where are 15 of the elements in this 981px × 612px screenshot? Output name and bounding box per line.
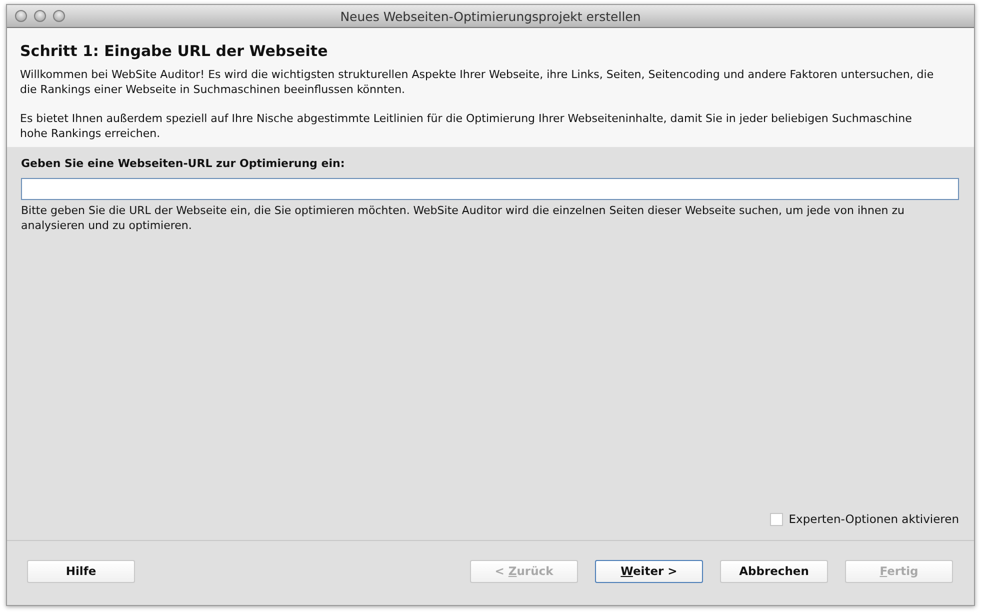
intro-paragraph: Willkommen bei WebSite Auditor! Es wird die wichtigsten strukturellen Aspekte Ihrer Webseite, ihre Links, Seiten, Seitencoding und andere Faktoren untersuchen, die die Rankings einer Webseite in Suchmaschinen beeinflussen könnten. (20, 67, 935, 97)
minimize-button[interactable] (34, 10, 46, 22)
field-hint: Bitte geben Sie die URL der Webseite ein, die Sie optimieren möchten. WebSite Auditor wird die einzelnen Seiten dieser Webseite suchen, um jede von ihnen zu analysieren und zu optimieren. (21, 203, 906, 233)
checkbox-label: Experten-Optionen aktivieren (788, 512, 959, 526)
close-button[interactable] (15, 10, 27, 22)
step-heading: Schritt 1: Eingabe URL der Webseite (20, 42, 329, 60)
wizard-button[interactable]: Abbrechen (720, 560, 828, 582)
zoom-button[interactable] (53, 10, 65, 22)
wizard-button[interactable]: Weiter > (595, 560, 703, 582)
help-button[interactable]: Hilfe (27, 560, 135, 582)
intro-paragraph: Es bietet Ihnen außerdem speziell auf Ihre Nische abgestimmte Leitlinien für die Optimierung Ihrer Webseiteninhalte, damit Sie in jeder beliebigen Suchmaschine hohe Rankings erreichen. (20, 111, 913, 141)
field-label: Geben Sie eine Webseiten-URL zur Optimierung ein: (21, 157, 346, 170)
expert-options-checkbox[interactable] (770, 512, 783, 526)
url-input-field[interactable] (21, 178, 959, 200)
window-title: Neues Webseiten-Optimierungsprojekt erstellen (339, 8, 642, 24)
